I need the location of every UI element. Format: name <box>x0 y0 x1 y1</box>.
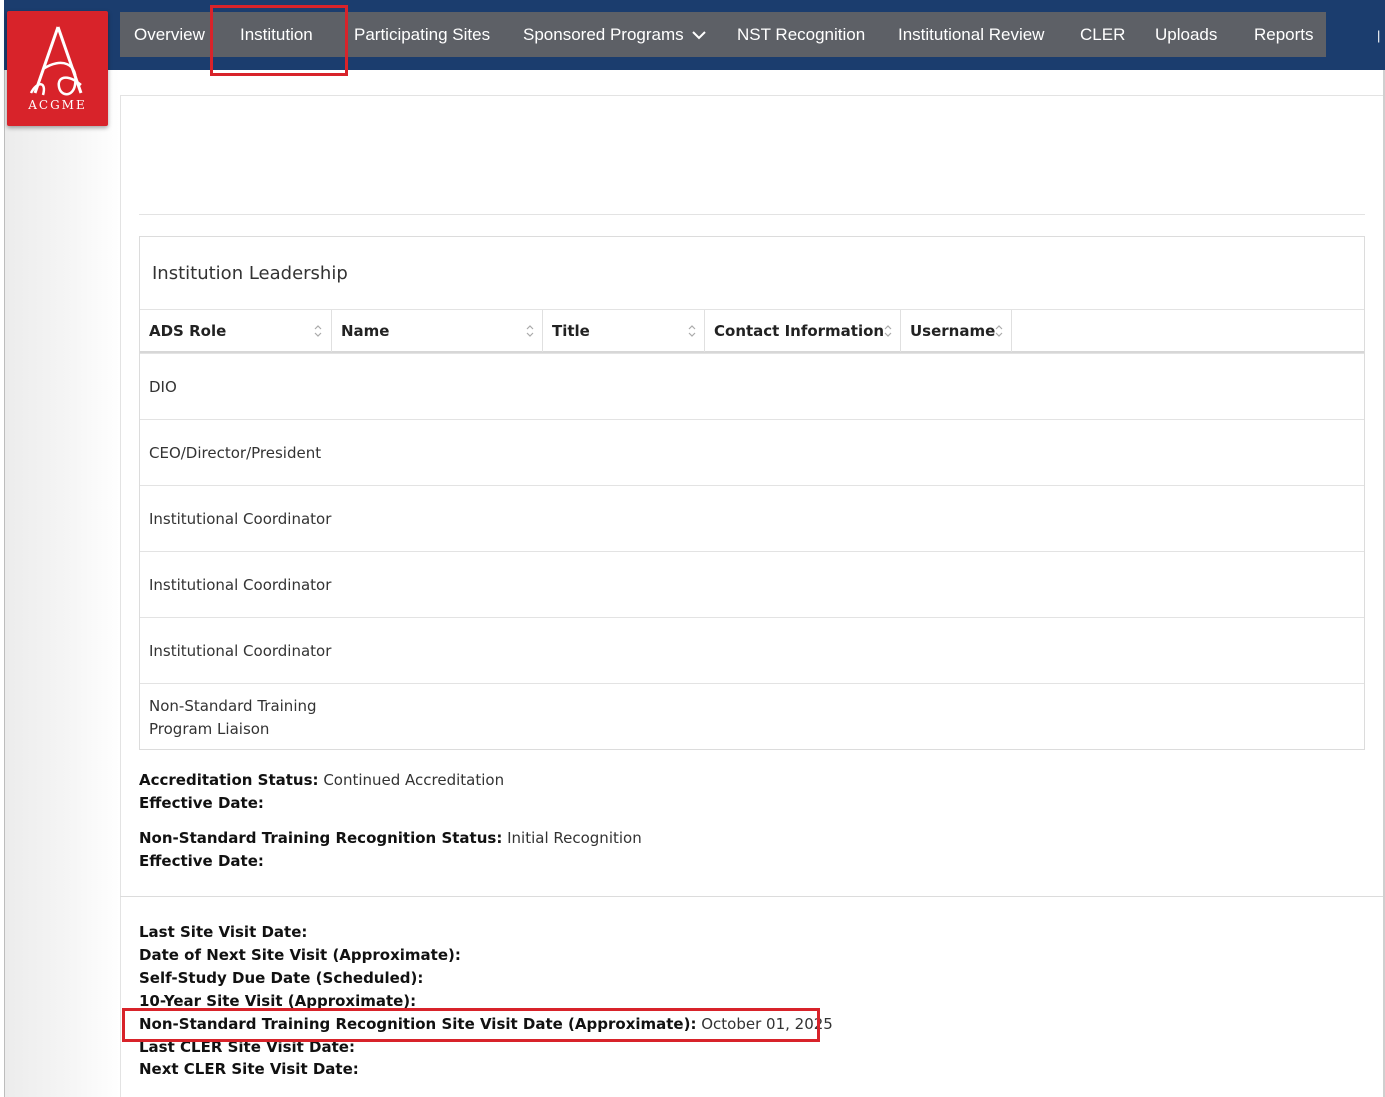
nst-status-value: Initial Recognition <box>507 829 642 847</box>
nst-recognition-status: Non-Standard Training Recognition Status… <box>139 829 642 847</box>
next-cler-visit: Next CLER Site Visit Date: <box>139 1060 359 1078</box>
sort-icon[interactable] <box>314 324 322 338</box>
chevron-down-icon <box>692 31 707 40</box>
annotation-highlight-institution <box>210 5 348 76</box>
accreditation-status: Accreditation Status: Continued Accredit… <box>139 771 504 789</box>
nav-institutional-review[interactable]: Institutional Review <box>898 12 1044 57</box>
nav-overview[interactable]: Overview <box>134 12 205 57</box>
next-cler-label: Next CLER Site Visit Date: <box>139 1060 359 1078</box>
effective-date-label: Effective Date: <box>139 852 264 870</box>
acgme-logo[interactable]: ACGME <box>7 11 108 126</box>
self-study-due: Self-Study Due Date (Scheduled): <box>139 969 423 987</box>
column-label: Title <box>552 322 590 340</box>
table-header: ADS Role Name Title Contact Information … <box>140 309 1364 353</box>
cell-ads-role: Institutional Coordinator <box>149 510 332 528</box>
cell-ads-role: Non-Standard Training Program Liaison <box>149 697 317 738</box>
sort-icon[interactable] <box>995 324 1003 338</box>
left-rail <box>4 0 120 1097</box>
column-label: Contact Information <box>714 322 885 340</box>
panel-title: Institution Leadership <box>152 263 348 284</box>
table-row: Institutional Coordinator <box>140 551 1364 617</box>
nav-sponsored-programs[interactable]: Sponsored Programs <box>523 12 707 57</box>
cell-ads-role: DIO <box>149 378 177 396</box>
logo-text: ACGME <box>28 98 87 112</box>
sort-icon[interactable] <box>884 324 892 338</box>
column-header-title[interactable]: Title <box>543 310 705 352</box>
nav-nst-recognition[interactable]: NST Recognition <box>737 12 865 57</box>
column-label: Username <box>910 322 996 340</box>
next-site-visit: Date of Next Site Visit (Approximate): <box>139 946 461 964</box>
column-header-name[interactable]: Name <box>332 310 543 352</box>
table-row: DIO <box>140 353 1364 419</box>
logo-mark-icon <box>29 26 83 96</box>
table-row: CEO/Director/President <box>140 419 1364 485</box>
nav-sponsored-programs-label: Sponsored Programs <box>523 25 684 44</box>
leadership-panel: Institution Leadership ADS Role Name Tit… <box>139 236 1365 750</box>
self-study-label: Self-Study Due Date (Scheduled): <box>139 969 424 987</box>
annotation-highlight-nst-date <box>122 1008 820 1042</box>
accreditation-status-value: Continued Accreditation <box>323 771 505 789</box>
accreditation-effective-date: Effective Date: <box>139 794 264 812</box>
cell-ads-role: Institutional Coordinator <box>149 576 332 594</box>
sort-icon[interactable] <box>526 324 534 338</box>
table-row: Non-Standard Training Program Liaison <box>140 683 1364 749</box>
nst-status-label: Non-Standard Training Recognition Status… <box>139 829 503 847</box>
column-header-ads-role[interactable]: ADS Role <box>140 310 332 352</box>
column-label: ADS Role <box>149 322 227 340</box>
last-site-visit: Last Site Visit Date: <box>139 923 307 941</box>
nav-reports[interactable]: Reports <box>1254 12 1314 57</box>
table-row: Institutional Coordinator <box>140 485 1364 551</box>
nst-effective-date: Effective Date: <box>139 852 264 870</box>
next-site-visit-label: Date of Next Site Visit (Approximate): <box>139 946 461 964</box>
nav-cler[interactable]: CLER <box>1080 12 1125 57</box>
sort-icon[interactable] <box>688 324 696 338</box>
cell-ads-role: Institutional Coordinator <box>149 642 332 660</box>
last-site-visit-label: Last Site Visit Date: <box>139 923 308 941</box>
divider <box>139 214 1365 215</box>
accreditation-status-label: Accreditation Status: <box>139 771 319 789</box>
column-label: Name <box>341 322 390 340</box>
nav-uploads[interactable]: Uploads <box>1155 12 1217 57</box>
effective-date-label: Effective Date: <box>139 794 264 812</box>
nav-overflow-marker: | <box>1377 28 1381 43</box>
nav-participating-sites[interactable]: Participating Sites <box>354 12 490 57</box>
table-row: Institutional Coordinator <box>140 617 1364 683</box>
column-header-username[interactable]: Username <box>901 310 1012 352</box>
column-header-contact-information[interactable]: Contact Information <box>705 310 901 352</box>
cell-ads-role: CEO/Director/President <box>149 444 322 462</box>
